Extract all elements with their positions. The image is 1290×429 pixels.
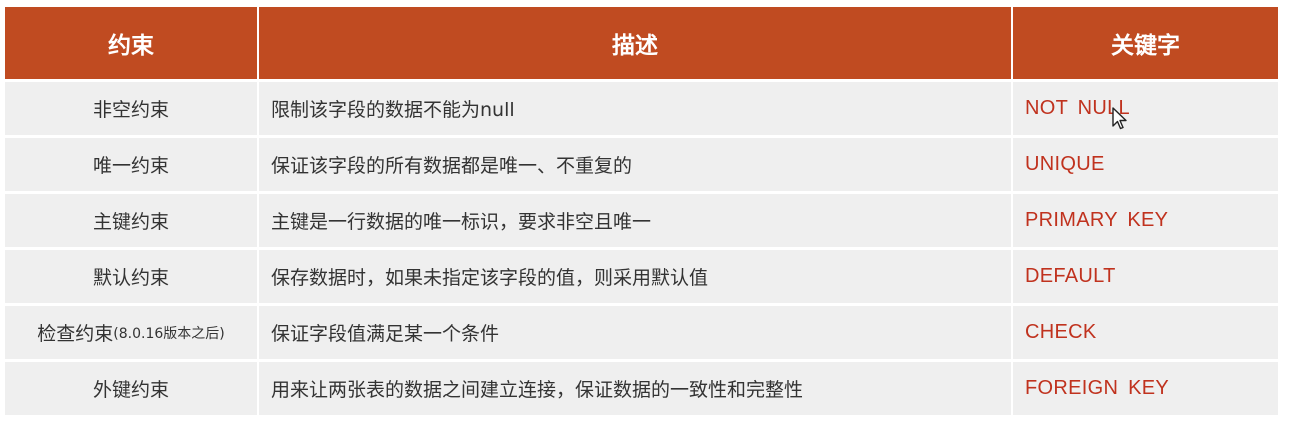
- description-cell: 用来让两张表的数据之间建立连接，保证数据的一致性和完整性: [259, 362, 1013, 415]
- constraint-name: 非空约束: [92, 99, 169, 121]
- description-cell: 保证字段值满足某一个条件: [259, 306, 1013, 359]
- constraint-name: 唯一约束: [92, 155, 169, 177]
- table-row: 唯一约束 保证该字段的所有数据都是唯一、不重复的 UNIQUE: [5, 135, 1278, 191]
- description-cell: 保证该字段的所有数据都是唯一、不重复的: [259, 138, 1013, 191]
- constraint-cell: 非空约束: [5, 82, 259, 135]
- table-row: 外键约束 用来让两张表的数据之间建立连接，保证数据的一致性和完整性 FOREIG…: [5, 359, 1278, 415]
- description-cell: 保存数据时，如果未指定该字段的值，则采用默认值: [259, 250, 1013, 303]
- table-row: 非空约束 限制该字段的数据不能为null NOT NULL: [5, 79, 1278, 135]
- table-row: 检查约束 (8.0.16版本之后) 保证字段值满足某一个条件 CHECK: [5, 303, 1278, 359]
- mouse-pointer-icon: [1112, 107, 1127, 130]
- description-cell: 限制该字段的数据不能为null: [259, 82, 1013, 135]
- constraint-version-note: (8.0.16版本之后): [113, 325, 225, 342]
- keyword-cell: UNIQUE: [1013, 138, 1278, 191]
- constraint-name: 主键约束: [92, 211, 169, 233]
- constraints-table: 约束 描述 关键字 非空约束 限制该字段的数据不能为null NOT NULL …: [5, 7, 1278, 415]
- keyword-cell: PRIMARY KEY: [1013, 194, 1278, 247]
- keyword-cell: CHECK: [1013, 306, 1278, 359]
- header-constraint: 约束: [5, 7, 259, 79]
- table-row: 主键约束 主键是一行数据的唯一标识，要求非空且唯一 PRIMARY KEY: [5, 191, 1278, 247]
- header-keyword: 关键字: [1013, 7, 1278, 79]
- constraint-cell: 主键约束: [5, 194, 259, 247]
- constraint-name: 检查约束: [37, 323, 114, 345]
- keyword-cell: NOT NULL: [1013, 82, 1278, 135]
- table-header: 约束 描述 关键字: [5, 7, 1278, 79]
- header-description: 描述: [259, 7, 1013, 79]
- constraint-cell: 唯一约束: [5, 138, 259, 191]
- table-row: 默认约束 保存数据时，如果未指定该字段的值，则采用默认值 DEFAULT: [5, 247, 1278, 303]
- keyword-cell: DEFAULT: [1013, 250, 1278, 303]
- constraint-cell: 外键约束: [5, 362, 259, 415]
- constraint-name: 外键约束: [92, 379, 169, 401]
- constraint-name: 默认约束: [92, 267, 169, 289]
- constraint-cell: 默认约束: [5, 250, 259, 303]
- description-cell: 主键是一行数据的唯一标识，要求非空且唯一: [259, 194, 1013, 247]
- keyword-cell: FOREIGN KEY: [1013, 362, 1278, 415]
- constraint-cell: 检查约束 (8.0.16版本之后): [5, 306, 259, 359]
